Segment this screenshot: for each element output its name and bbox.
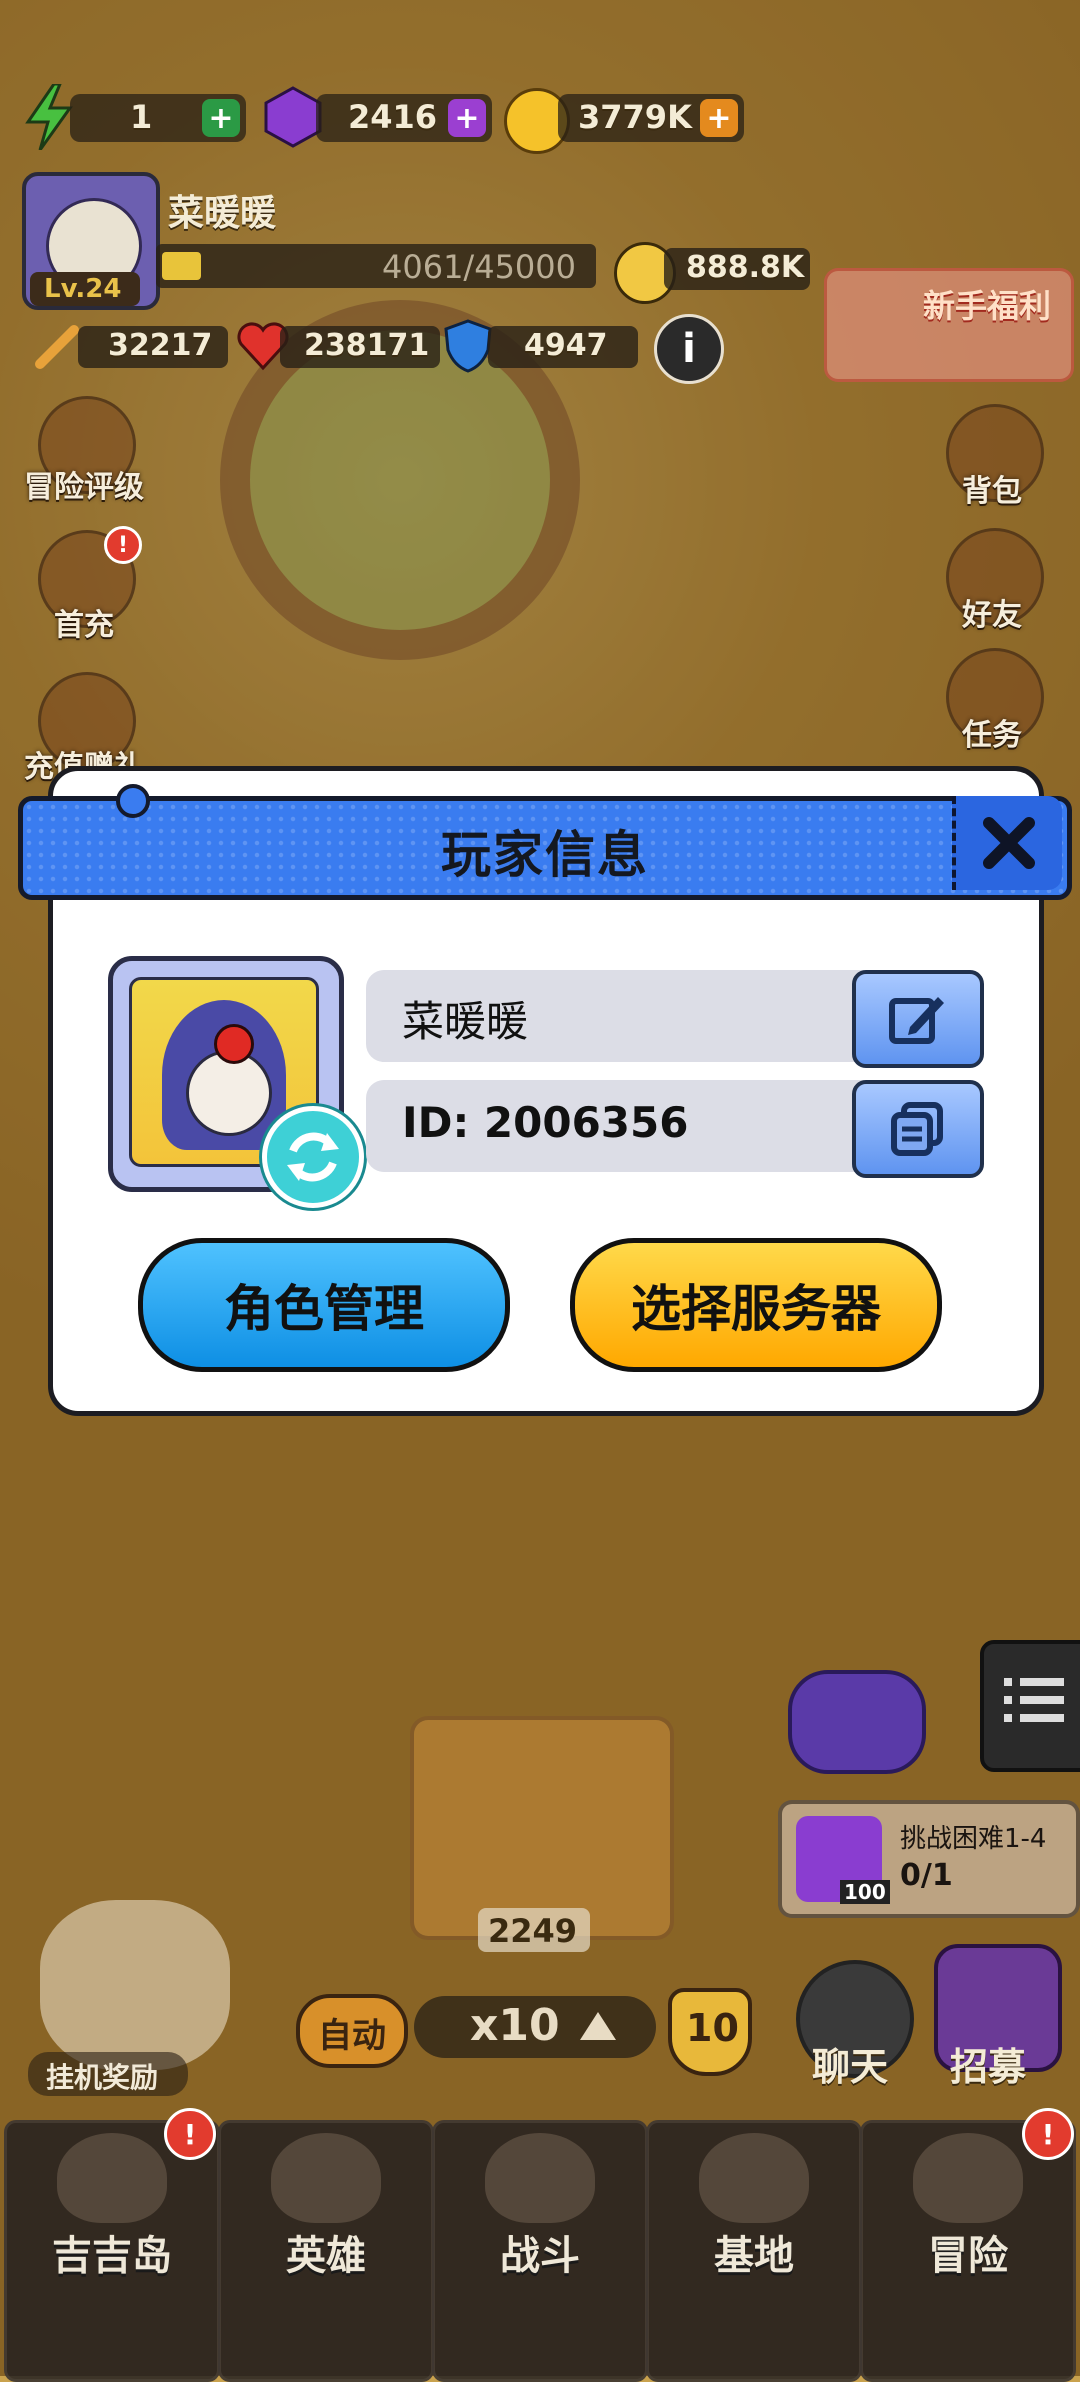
dialog-header: 玩家信息 (18, 796, 1072, 900)
nav-battle-label: 战斗 (500, 2233, 580, 2279)
challenge-title: 挑战困难1-4 (900, 1824, 1047, 1854)
gamepad-icon[interactable] (788, 1670, 926, 1774)
close-icon (983, 817, 1035, 869)
edit-icon (889, 997, 944, 1044)
nav-jiji-island-label: 吉吉岛 (52, 2233, 172, 2279)
refresh-icon (287, 1132, 339, 1182)
edit-name-button[interactable] (852, 970, 984, 1068)
adventure-icon (913, 2133, 1023, 2223)
auto-label: 自动 (318, 2016, 386, 2056)
avatar-red-gem (214, 1024, 254, 1064)
list-icon (1004, 1678, 1064, 1722)
chest-count: 2249 (488, 1912, 578, 1950)
nav-heroes-label: 英雄 (286, 2233, 366, 2279)
crossed-swords-icon (485, 2133, 595, 2223)
hero-cat-icon (271, 2133, 381, 2223)
tasks-label[interactable]: 任务 (912, 710, 1072, 754)
hp-value: 238171 (304, 328, 430, 363)
select-server-label: 选择服务器 (631, 1280, 881, 1338)
chat-label[interactable]: 聊天 (812, 2036, 888, 2091)
idle-reward-icon[interactable] (40, 1900, 230, 2070)
defense-value: 4947 (524, 328, 608, 363)
sword-icon (32, 322, 82, 372)
energy-value: 1 (130, 98, 153, 136)
challenge-card[interactable]: 100 挑战困难1-4 0/1 (778, 1800, 1080, 1918)
challenge-progress: 0/1 (900, 1858, 953, 1893)
nav-heroes[interactable]: 英雄 (218, 2120, 434, 2382)
player-name: 菜暖暖 (168, 193, 277, 234)
level-badge: Lv.24 (30, 272, 140, 306)
exp-text: 4061/45000 (381, 248, 576, 286)
nav-adventure-badge: ! (1022, 2108, 1074, 2160)
challenge-gem-count: 100 (840, 1880, 890, 1904)
newbie-bonus-banner[interactable]: 新手福利 (824, 268, 1074, 382)
multiplier-value: x10 (470, 2000, 560, 2051)
copy-icon (891, 1102, 943, 1156)
role-management-button[interactable]: 角色管理 (138, 1238, 510, 1372)
switch-avatar-button[interactable] (262, 1106, 364, 1208)
idle-reward-label[interactable]: 挂机奖励 (46, 2056, 158, 2096)
auto-button[interactable]: 自动 (296, 1994, 408, 2068)
shield-icon (442, 318, 494, 374)
level-text: Lv.24 (44, 274, 122, 304)
arrow-up-icon (580, 2012, 616, 2040)
nav-base[interactable]: 基地 (646, 2120, 862, 2382)
first-charge-label[interactable]: 首充 (4, 600, 164, 644)
nav-adventure-label: 冒险 (928, 2233, 1008, 2279)
energy-icon (24, 82, 74, 151)
nav-battle[interactable]: 战斗 (432, 2120, 648, 2382)
id-value: ID: 2006356 (402, 1098, 689, 1147)
gem-value: 2416 (348, 98, 438, 136)
multiplier-button[interactable]: x10 (414, 1996, 656, 2058)
nav-jiji-island-badge: ! (164, 2108, 216, 2160)
adventure-rating-label[interactable]: 冒险评级 (4, 462, 164, 506)
friends-label[interactable]: 好友 (912, 590, 1072, 634)
treasure-chest[interactable] (410, 1716, 674, 1940)
newbie-bonus-label: 新手福利 (923, 287, 1052, 325)
recruit-label[interactable]: 招募 (950, 2036, 1026, 2091)
close-button[interactable] (952, 796, 1062, 890)
header-pin-dot (116, 784, 150, 818)
coin-add-button[interactable]: + (700, 99, 738, 137)
attack-value: 32217 (108, 328, 213, 363)
dialog-title: 玩家信息 (441, 826, 649, 884)
info-icon[interactable]: i (654, 314, 724, 384)
idle-reward-label-bg: 挂机奖励 (28, 2052, 188, 2096)
select-server-button[interactable]: 选择服务器 (570, 1238, 942, 1372)
coin-value: 3779K (578, 98, 692, 136)
level-shield-number: 10 (686, 2006, 739, 2050)
base-icon (699, 2133, 809, 2223)
power-value: 888.8K (686, 250, 805, 285)
exp-bar: 4061/45000 (156, 244, 596, 288)
gem-icon (262, 86, 324, 148)
first-charge-alert-badge: ! (104, 526, 142, 564)
level-shield-badge: 10 (668, 1988, 752, 2076)
backpack-label[interactable]: 背包 (912, 466, 1072, 510)
palm-tree-icon (57, 2133, 167, 2223)
nav-base-label: 基地 (714, 2233, 794, 2279)
menu-list-button[interactable] (980, 1640, 1080, 1772)
role-management-label: 角色管理 (224, 1280, 424, 1338)
exp-fill (162, 252, 201, 280)
name-value: 菜暖暖 (402, 997, 529, 1046)
gem-add-button[interactable]: + (448, 99, 486, 137)
energy-add-button[interactable]: + (202, 99, 240, 137)
copy-id-button[interactable] (852, 1080, 984, 1178)
chest-count-pill: 2249 (478, 1908, 590, 1952)
